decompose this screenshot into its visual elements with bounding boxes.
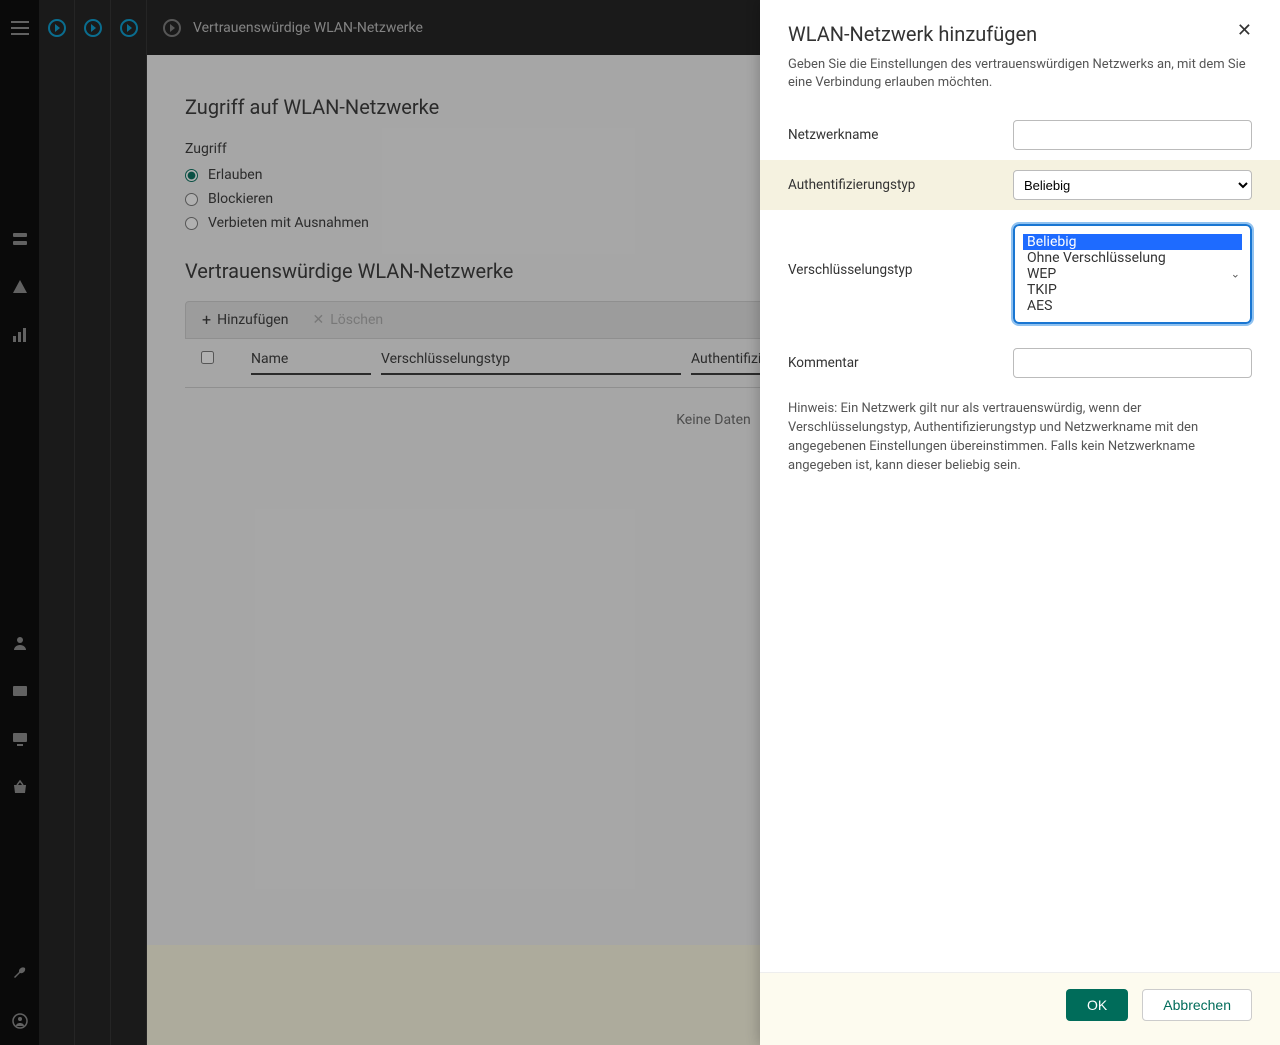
comment-label: Kommentar — [788, 355, 1013, 371]
enc-option-wep[interactable]: WEP — [1023, 266, 1242, 282]
delete-button: ✕ Löschen — [312, 312, 383, 328]
enc-type-listbox[interactable]: Beliebig Ohne Verschlüsselung WEP TKIP A… — [1013, 224, 1252, 324]
table-header-checkbox[interactable] — [201, 351, 251, 375]
row-comment: Kommentar — [760, 338, 1280, 388]
cancel-button[interactable]: Abbrechen — [1142, 989, 1252, 1021]
sidebar-icon-monitor[interactable] — [0, 715, 39, 763]
select-all-checkbox[interactable] — [201, 351, 214, 364]
network-name-label: Netzwerkname — [788, 127, 1013, 143]
ok-button[interactable]: OK — [1066, 989, 1128, 1021]
chevron-circle-icon — [120, 19, 138, 37]
row-auth-type: Authentifizierungstyp Beliebig — [760, 160, 1280, 210]
strip-expand-1[interactable] — [39, 0, 74, 55]
sidebar-icon-dashboard[interactable] — [0, 215, 39, 263]
panel-title: WLAN-Netzwerk hinzufügen — [788, 22, 1037, 46]
panel-header: WLAN-Netzwerk hinzufügen ✕ — [760, 0, 1280, 56]
sidebar-icon-chart[interactable] — [0, 311, 39, 359]
radio-block-input[interactable] — [185, 193, 198, 206]
sidebar-icon-alert[interactable] — [0, 263, 39, 311]
radio-allow-label: Erlauben — [208, 167, 262, 183]
enc-option-aes[interactable]: AES — [1023, 298, 1242, 314]
table-header-enc[interactable]: Verschlüsselungstyp — [381, 351, 681, 375]
chevron-circle-icon — [84, 19, 102, 37]
add-button[interactable]: + Hinzufügen — [202, 312, 288, 328]
sidebar-icon-wrench[interactable] — [0, 949, 39, 997]
sidebar-icon-user[interactable] — [0, 619, 39, 667]
comment-input[interactable] — [1013, 348, 1252, 378]
page-title: Vertrauenswürdige WLAN-Netzwerke — [193, 20, 423, 36]
chevron-circle-icon — [48, 19, 66, 37]
radio-allow-input[interactable] — [185, 169, 198, 182]
enc-type-label: Verschlüsselungstyp — [788, 224, 1013, 278]
chevron-down-icon: ⌄ — [1231, 268, 1240, 281]
panel-note: Hinweis: Ein Netzwerk gilt nur als vertr… — [760, 388, 1280, 475]
panel-description: Geben Sie die Einstellungen des vertraue… — [760, 56, 1280, 110]
delete-button-label: Löschen — [330, 312, 383, 328]
enc-option-tkip[interactable]: TKIP — [1023, 282, 1242, 298]
panel-strip-1 — [39, 0, 75, 1045]
add-button-label: Hinzufügen — [217, 312, 288, 328]
panel-strip-3 — [111, 0, 147, 1045]
row-network-name: Netzwerkname — [760, 110, 1280, 160]
menu-toggle[interactable] — [0, 0, 39, 55]
radio-forbid-input[interactable] — [185, 217, 198, 230]
strip-expand-3[interactable] — [111, 0, 146, 55]
radio-forbid-label: Verbieten mit Ausnahmen — [208, 215, 369, 231]
network-name-input[interactable] — [1013, 120, 1252, 150]
footer-strip — [147, 945, 760, 1045]
strip-expand-2[interactable] — [75, 0, 110, 55]
panel-footer: OK Abbrechen — [760, 972, 1280, 1045]
sidebar-narrow — [0, 0, 39, 1045]
panel-strip-2 — [75, 0, 111, 1045]
enc-option-beliebig[interactable]: Beliebig — [1023, 234, 1242, 250]
add-wlan-panel: WLAN-Netzwerk hinzufügen ✕ Geben Sie die… — [760, 0, 1280, 1045]
auth-type-select[interactable]: Beliebig — [1013, 170, 1252, 200]
radio-block-label: Blockieren — [208, 191, 273, 207]
sidebar-icon-card[interactable] — [0, 667, 39, 715]
row-enc-type: Verschlüsselungstyp Beliebig Ohne Versch… — [760, 210, 1280, 338]
hamburger-icon — [11, 21, 29, 35]
sidebar-icon-account[interactable] — [0, 997, 39, 1045]
enc-option-none[interactable]: Ohne Verschlüsselung — [1023, 250, 1242, 266]
close-icon: ✕ — [312, 312, 324, 328]
close-button[interactable]: ✕ — [1237, 22, 1252, 40]
auth-type-label: Authentifizierungstyp — [788, 177, 1013, 193]
close-icon: ✕ — [1237, 20, 1252, 41]
sidebar-icon-basket[interactable] — [0, 763, 39, 811]
chevron-circle-icon[interactable] — [163, 19, 181, 37]
plus-icon: + — [202, 312, 211, 328]
table-header-name[interactable]: Name — [251, 351, 371, 375]
